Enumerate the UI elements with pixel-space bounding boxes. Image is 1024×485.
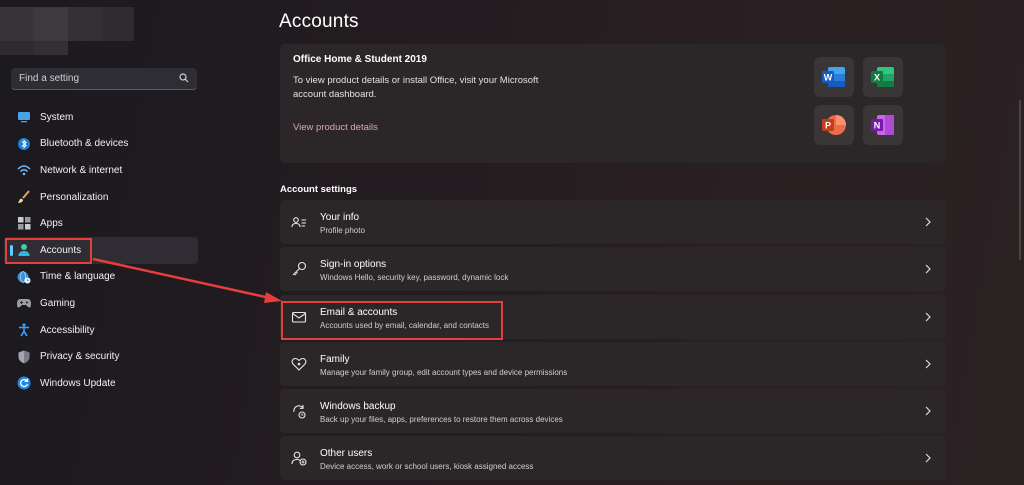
annotation-arrow [92, 257, 282, 303]
scrollbar[interactable] [1019, 100, 1021, 260]
